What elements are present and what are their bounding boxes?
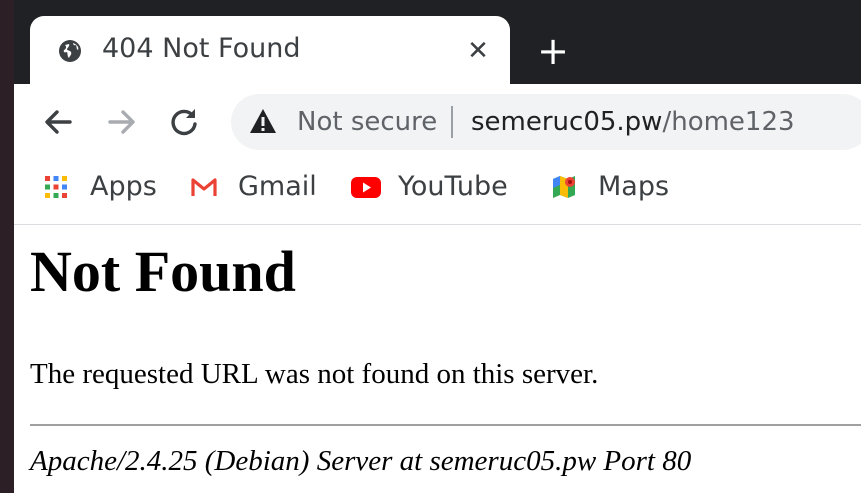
warning-triangle-icon[interactable] (249, 108, 277, 134)
back-arrow-icon[interactable] (40, 104, 76, 140)
error-message: The requested URL was not found on this … (30, 358, 599, 390)
bookmark-label: Maps (598, 171, 670, 202)
bookmarks-bar: Apps Gmail YouTube Maps (14, 160, 861, 225)
reload-icon[interactable] (166, 104, 202, 140)
gmail-icon (190, 173, 218, 201)
bookmark-youtube[interactable]: YouTube (350, 160, 530, 214)
browser-window: 404 Not Found ✕ + Not secure semeruc05.p… (0, 0, 861, 493)
bookmark-label: Gmail (238, 171, 317, 202)
page-content: Not Found The requested URL was not foun… (14, 225, 861, 493)
divider (30, 424, 861, 426)
bookmark-gmail[interactable]: Gmail (190, 160, 330, 214)
window-left-edge (0, 0, 14, 493)
bookmark-label: YouTube (398, 171, 508, 202)
globe-icon (58, 39, 82, 63)
url-text[interactable]: semeruc05.pw/home123 (471, 107, 795, 137)
apps-grid-icon (42, 173, 70, 201)
tab-title: 404 Not Found (102, 33, 301, 64)
new-tab-button[interactable]: + (537, 32, 569, 70)
url-path: /home123 (662, 107, 795, 137)
bookmark-label: Apps (90, 171, 157, 202)
youtube-icon (350, 173, 381, 201)
tab-active[interactable]: 404 Not Found ✕ (30, 16, 510, 84)
security-label[interactable]: Not secure (297, 107, 437, 137)
address-bar[interactable]: Not secure semeruc05.pw/home123 (231, 94, 861, 150)
bookmark-maps[interactable]: Maps (550, 160, 690, 214)
url-host: semeruc05.pw (471, 107, 663, 137)
close-icon[interactable]: ✕ (464, 37, 492, 65)
page-title: Not Found (30, 239, 296, 304)
forward-arrow-icon[interactable] (104, 104, 140, 140)
toolbar: Not secure semeruc05.pw/home123 (14, 84, 861, 160)
server-signature: Apache/2.4.25 (Debian) Server at semeruc… (30, 445, 692, 477)
bookmark-apps[interactable]: Apps (42, 160, 162, 214)
maps-icon (550, 173, 578, 201)
omnibox-divider (451, 106, 453, 138)
